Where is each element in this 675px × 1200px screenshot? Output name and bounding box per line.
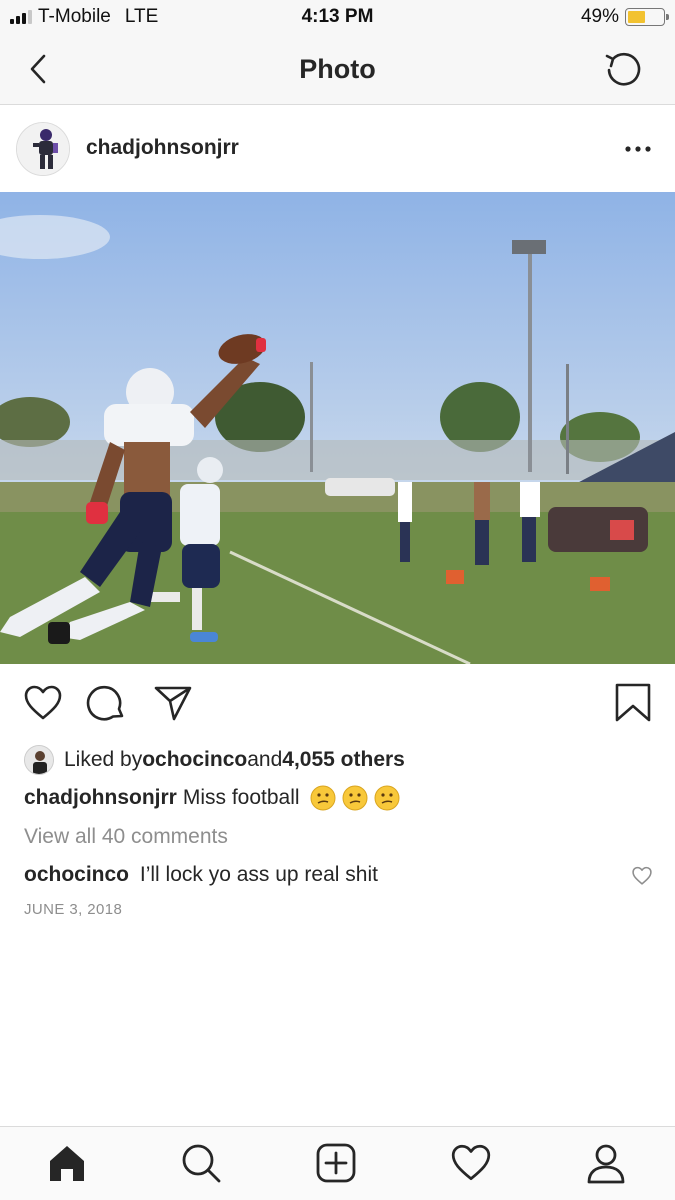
more-horizontal-icon	[625, 146, 651, 152]
comment-like-button[interactable]	[631, 865, 653, 887]
navigation-bar: Photo	[0, 34, 675, 105]
comment-button[interactable]	[86, 682, 128, 724]
likes-prefix: Liked by	[64, 748, 143, 771]
profile-icon	[587, 1144, 625, 1184]
likes-count[interactable]: 4,055 others	[282, 748, 405, 772]
comment-icon	[86, 685, 124, 721]
like-button[interactable]	[22, 682, 64, 724]
battery-percent: 49%	[580, 6, 619, 27]
likes-middle: and	[247, 748, 283, 771]
caption-username[interactable]: chadjohnsonjrr	[24, 786, 177, 810]
more-options-button[interactable]	[623, 137, 653, 161]
status-bar: T-Mobile LTE 4:13 PM 49%	[0, 0, 675, 34]
football-photo	[0, 192, 675, 664]
post-date: JUNE 3, 2018	[24, 901, 123, 918]
status-time: 4:13 PM	[301, 6, 374, 27]
refresh-button[interactable]	[601, 48, 645, 92]
refresh-icon	[605, 52, 641, 86]
bookmark-icon	[615, 683, 651, 722]
tab-profile[interactable]	[584, 1141, 628, 1185]
likes-summary[interactable]: Liked by ochocinco and 4,055 others	[24, 744, 405, 776]
home-icon	[50, 1146, 84, 1181]
user-avatar[interactable]	[16, 122, 70, 176]
share-button[interactable]	[152, 682, 194, 724]
battery-icon	[625, 8, 669, 26]
comment-username[interactable]: ochocinco	[24, 863, 129, 886]
avatar-image	[17, 123, 69, 175]
post-header: chadjohnsonjrr	[0, 105, 675, 192]
tab-new-post[interactable]	[314, 1141, 358, 1185]
tab-activity[interactable]	[449, 1141, 493, 1185]
post-photo[interactable]	[0, 192, 675, 664]
activity-heart-icon	[451, 1144, 491, 1181]
caption-text: Miss football	[182, 786, 300, 809]
tab-search[interactable]	[179, 1141, 223, 1185]
bookmark-button[interactable]	[612, 682, 654, 724]
page-title: Photo	[299, 54, 376, 84]
action-bar	[0, 664, 675, 744]
confused-face-icon	[342, 785, 368, 811]
tab-home[interactable]	[45, 1141, 89, 1185]
view-all-comments-link[interactable]: View all 40 comments	[24, 825, 228, 849]
liker-username[interactable]: ochocinco	[142, 748, 247, 772]
comment-row: ochocinco I’ll lock yo ass up real shit	[24, 863, 378, 887]
post-caption: chadjohnsonjrr Miss football	[24, 785, 400, 811]
confused-face-icon	[374, 785, 400, 811]
heart-icon	[24, 685, 62, 720]
confused-face-icon	[310, 785, 336, 811]
comment-text: I’ll lock yo ass up real shit	[139, 863, 378, 886]
liker-avatar	[24, 745, 54, 775]
post-username[interactable]: chadjohnsonjrr	[86, 136, 239, 160]
heart-icon	[632, 866, 652, 885]
search-icon	[182, 1144, 221, 1183]
share-icon	[154, 686, 192, 721]
status-right: 49%	[580, 6, 669, 28]
add-post-icon	[316, 1143, 356, 1183]
caption-emojis	[304, 785, 400, 811]
bottom-tab-bar	[0, 1126, 675, 1200]
